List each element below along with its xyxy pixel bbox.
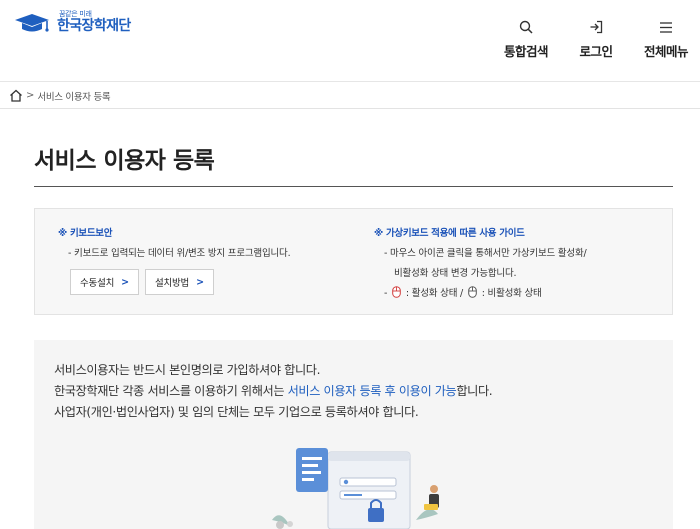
- notice-line-2: 한국장학재단 각종 서비스를 이용하기 위해서는 서비스 이용자 등록 후 이용…: [54, 381, 493, 402]
- install-guide-button[interactable]: 설치방법 >: [144, 269, 214, 295]
- nav-search-label: 통합검색: [503, 44, 549, 59]
- virtual-keyboard-line2: 비활성화 상태 변경 가능합니다.: [394, 268, 517, 279]
- registration-notice: 서비스이용자는 반드시 본인명의로 가입하셔야 합니다. 한국장학재단 각종 서…: [34, 340, 673, 529]
- mouse-active-icon: [392, 286, 401, 301]
- breadcrumb: > 서비스 이용자 등록: [0, 83, 700, 109]
- manual-install-label: 수동설치: [80, 278, 115, 289]
- page-title: 서비스 이용자 등록: [34, 148, 215, 174]
- chevron-right-icon: >: [121, 276, 129, 288]
- search-icon: [519, 18, 533, 36]
- keyboard-security-desc: - 키보드로 입력되는 데이터 위/변조 방지 프로그램입니다.: [68, 248, 291, 259]
- logo-name: 한국장학재단: [57, 18, 131, 34]
- login-icon: [589, 18, 603, 36]
- registration-illustration: [272, 448, 439, 529]
- virtual-keyboard-heading: ※ 가상키보드 적용에 따른 사용 가이드: [374, 228, 525, 239]
- nav-login-button[interactable]: 로그인: [577, 18, 615, 60]
- notice-line-3: 사업자(개인·법인사업자) 및 임의 단체는 모두 기업으로 등록하셔야 합니다…: [54, 405, 419, 419]
- nav-login-label: 로그인: [579, 44, 613, 59]
- notice-line-1: 서비스이용자는 반드시 본인명의로 가입하셔야 합니다.: [54, 363, 321, 377]
- active-state-label: : 활성화 상태 /: [405, 288, 464, 299]
- nav-menu-label: 전체메뉴: [643, 44, 689, 59]
- install-guide-label: 설치방법: [154, 278, 190, 289]
- site-logo[interactable]: 꿈같은 미래 한국장학재단: [14, 10, 131, 34]
- inactive-state-label: : 비활성화 상태: [481, 288, 542, 299]
- menu-icon: [659, 18, 673, 36]
- manual-install-button[interactable]: 수동설치 >: [70, 269, 139, 295]
- virtual-keyboard-section: ※ 가상키보드 적용에 따른 사용 가이드 - 마우스 아이콘 클릭을 통해서만…: [374, 225, 587, 301]
- nav-search-button[interactable]: 통합검색: [503, 18, 549, 60]
- graduation-cap-icon: [15, 14, 49, 32]
- logo-tagline: 꿈같은 미래: [59, 10, 92, 18]
- virtual-keyboard-line1: - 마우스 아이콘 클릭을 통해서만 가상키보드 활성화/: [384, 248, 587, 259]
- breadcrumb-current: 서비스 이용자 등록: [37, 91, 111, 103]
- status-dash: -: [384, 288, 388, 299]
- nav-menu-button[interactable]: 전체메뉴: [641, 18, 691, 60]
- virtual-keyboard-status: - : 활성화 상태 / : 비활성화 상태: [384, 285, 587, 301]
- home-icon[interactable]: [9, 89, 23, 102]
- title-divider: [34, 186, 673, 187]
- site-header: 꿈같은 미래 한국장학재단 통합검색 로그인 전체메뉴: [0, 0, 700, 82]
- notice-line-2-prefix: 한국장학재단 각종 서비스를 이용하기 위해서는: [54, 384, 288, 398]
- notice-line-2-suffix: 합니다.: [456, 384, 493, 398]
- security-info-box: ※ 키보드보안 - 키보드로 입력되는 데이터 위/변조 방지 프로그램입니다.…: [34, 208, 673, 315]
- mouse-inactive-icon: [468, 286, 477, 301]
- notice-line-2-highlight: 서비스 이용자 등록 후 이용이 가능: [287, 384, 457, 398]
- keyboard-security-heading: ※ 키보드보안: [58, 228, 113, 239]
- keyboard-security-section: ※ 키보드보안 - 키보드로 입력되는 데이터 위/변조 방지 프로그램입니다.…: [58, 225, 291, 295]
- breadcrumb-separator: >: [26, 90, 35, 101]
- chevron-right-icon: >: [196, 276, 204, 288]
